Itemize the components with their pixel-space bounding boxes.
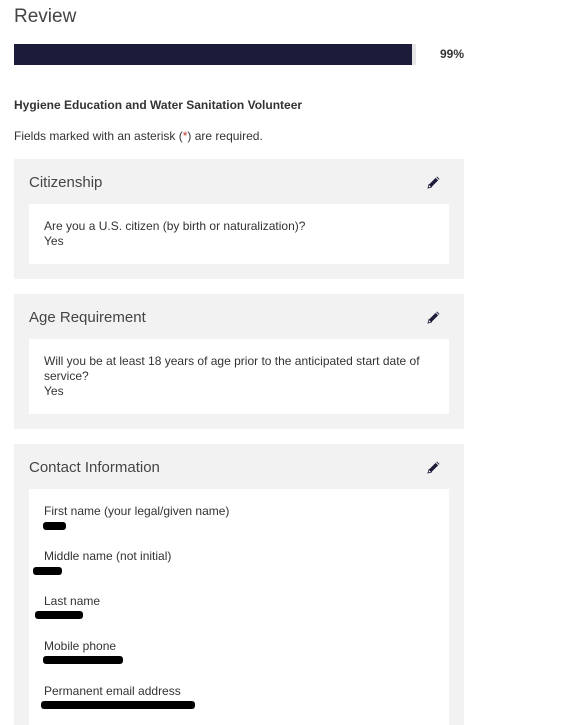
section-title: Contact Information [29,459,160,476]
answer-text: Yes [44,234,64,248]
field-label-permanent-email: Permanent email address [44,684,181,698]
page-title: Review [14,6,77,27]
progress-fill [14,44,412,65]
section-age-requirement: Age Requirement Will you be at least 18 … [14,294,464,429]
section-title: Age Requirement [29,309,146,326]
question-text: Are you a U.S. citizen (by birth or natu… [44,219,306,233]
section-body: First name (your legal/given name) Middl… [29,489,449,725]
progress-bar [14,44,416,65]
redacted-value [35,611,83,619]
edit-age-requirement-button[interactable] [426,309,442,325]
answer-text: Yes [44,384,64,398]
section-body: Will you be at least 18 years of age pri… [29,339,449,414]
field-label-first-name: First name (your legal/given name) [44,504,230,518]
pencil-icon [427,311,440,324]
redacted-value [41,701,195,709]
field-label-middle-name: Middle name (not initial) [44,549,172,563]
progress-label: 99% [440,47,465,61]
redacted-value [33,567,62,575]
required-note-prefix: Fields marked with an asterisk ( [14,129,183,143]
redacted-value [43,656,123,664]
job-title: Hygiene Education and Water Sanitation V… [14,98,303,112]
pencil-icon [427,176,440,189]
review-page: Review 99% Hygiene Education and Water S… [0,0,563,725]
redacted-value [43,522,66,530]
required-note-suffix: ) are required. [187,129,263,143]
section-body: Are you a U.S. citizen (by birth or natu… [29,204,449,264]
field-label-last-name: Last name [44,594,101,608]
section-citizenship: Citizenship Are you a U.S. citizen (by b… [14,159,464,279]
field-label-mobile-phone: Mobile phone [44,639,117,653]
pencil-icon [427,461,440,474]
edit-citizenship-button[interactable] [426,174,442,190]
section-title: Citizenship [29,174,103,191]
edit-contact-information-button[interactable] [426,459,442,475]
section-contact-information: Contact Information First name (your leg… [14,444,464,725]
question-text: Will you be at least 18 years of age pri… [44,354,420,383]
required-fields-note: Fields marked with an asterisk (*) are r… [14,129,263,143]
